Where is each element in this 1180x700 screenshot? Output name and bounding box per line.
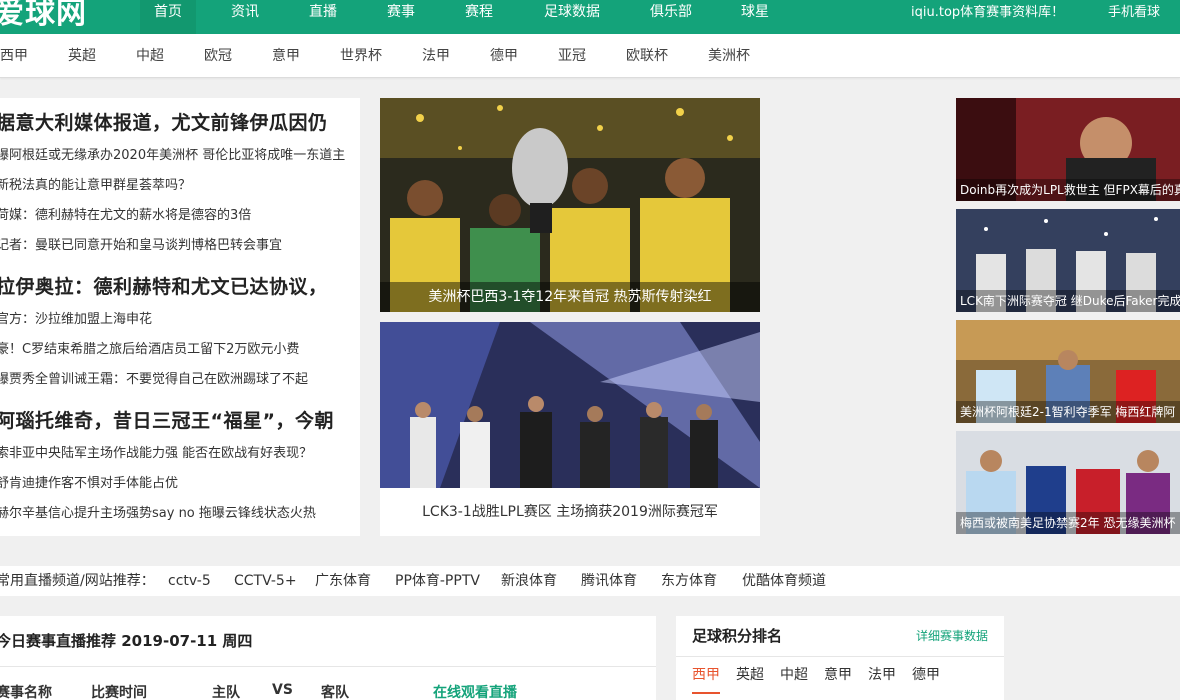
league-bundesliga[interactable]: 德甲 bbox=[490, 34, 518, 78]
news-link[interactable]: 官方：沙拉维加盟上海申花 bbox=[0, 308, 152, 327]
thumb-card[interactable]: 美洲杯阿根廷2-1智利夺季军 梅西红牌阿 bbox=[956, 320, 1180, 423]
standings-tab-bundesliga[interactable]: 德甲 bbox=[912, 664, 940, 686]
thumb-card[interactable]: LCK南下洲际赛夺冠 继Duke后Faker完成 bbox=[956, 209, 1180, 312]
thumb-caption: Doinb再次成为LPL救世主 但FPX幕后的真 bbox=[956, 179, 1180, 201]
channel-link[interactable]: CCTV-5+ bbox=[234, 566, 297, 596]
nav-football-data[interactable]: 足球数据 bbox=[540, 0, 604, 34]
thumb-caption: 梅西或被南美足协禁赛2年 恐无缘美洲杯 bbox=[956, 512, 1180, 534]
news-link[interactable]: 曝贾秀全曾训诫王霜：不要觉得自己在欧洲踢球了不起 bbox=[0, 368, 308, 387]
feature-caption[interactable]: 美洲杯巴西3-1夺12年来首冠 热苏斯传射染红 bbox=[380, 282, 760, 312]
standings-tab-laliga[interactable]: 西甲 bbox=[692, 664, 720, 686]
site-logo[interactable]: 爱球网 bbox=[0, 0, 87, 34]
headline-news-card: 据意大利媒体报道，尤文前锋伊瓜因仍 曝阿根廷或无缘承办2020年美洲杯 哥伦比亚… bbox=[0, 98, 360, 536]
col-header-away: 客队 bbox=[321, 685, 349, 700]
standings-tab-epl[interactable]: 英超 bbox=[736, 664, 764, 686]
channel-link[interactable]: 广东体育 bbox=[315, 566, 371, 596]
league-acl[interactable]: 亚冠 bbox=[558, 34, 586, 78]
headline-title[interactable]: 阿瑙托维奇，昔日三冠王“福星”，今朝 bbox=[0, 406, 334, 433]
today-schedule-panel: 今日赛事直播推荐 2019-07-11 周四 赛事名称 比赛时间 主队 VS 客… bbox=[0, 616, 656, 700]
news-link[interactable]: 赫尔辛基信心提升主场强势say no 拖曝云锋线状态火热 bbox=[0, 502, 316, 521]
channel-link[interactable]: cctv-5 bbox=[168, 566, 211, 596]
nav-events[interactable]: 赛事 bbox=[382, 0, 420, 34]
channel-link[interactable]: 优酷体育频道 bbox=[742, 566, 826, 596]
league-csl[interactable]: 中超 bbox=[136, 34, 164, 78]
divider bbox=[0, 666, 656, 667]
league-laliga[interactable]: 西甲 bbox=[0, 34, 28, 78]
league-seriea[interactable]: 意甲 bbox=[272, 34, 300, 78]
col-header-vs: VS bbox=[272, 682, 293, 698]
news-link[interactable]: 索非亚中央陆军主场作战能力强 能否在欧战有好表现？ bbox=[0, 442, 312, 461]
schedule-title: 今日赛事直播推荐 2019-07-11 周四 bbox=[0, 632, 253, 650]
feature-photo-lck[interactable] bbox=[380, 322, 760, 488]
channel-label: 常用直播频道/网站推荐： bbox=[0, 573, 155, 589]
standings-tab-seriea[interactable]: 意甲 bbox=[824, 664, 852, 686]
copa-celebration-image bbox=[380, 98, 760, 312]
standings-tab-ligue1[interactable]: 法甲 bbox=[868, 664, 896, 686]
nav-live[interactable]: 直播 bbox=[304, 0, 342, 34]
thumb-card[interactable]: Doinb再次成为LPL救世主 但FPX幕后的真 bbox=[956, 98, 1180, 201]
news-link[interactable]: 舒肯迪捷作客不惧对手体能占优 bbox=[0, 472, 178, 491]
channel-link[interactable]: 腾讯体育 bbox=[581, 566, 637, 596]
league-europa[interactable]: 欧联杯 bbox=[626, 34, 668, 78]
thumb-card[interactable]: 梅西或被南美足协禁赛2年 恐无缘美洲杯 bbox=[956, 431, 1180, 534]
news-link[interactable]: 新税法真的能让意甲群星荟萃吗？ bbox=[0, 174, 191, 193]
channel-link[interactable]: 东方体育 bbox=[661, 566, 717, 596]
thumb-caption: 美洲杯阿根廷2-1智利夺季军 梅西红牌阿 bbox=[956, 401, 1180, 423]
thumb-caption: LCK南下洲际赛夺冠 继Duke后Faker完成 bbox=[956, 290, 1180, 312]
nav-schedule[interactable]: 赛程 bbox=[460, 0, 498, 34]
league-nav: 西甲 英超 中超 欧冠 意甲 世界杯 法甲 德甲 亚冠 欧联杯 美洲杯 bbox=[0, 34, 1180, 78]
nav-clubs[interactable]: 俱乐部 bbox=[646, 0, 696, 34]
league-ligue1[interactable]: 法甲 bbox=[422, 34, 450, 78]
active-tab-indicator bbox=[692, 692, 720, 694]
league-worldcup[interactable]: 世界杯 bbox=[340, 34, 382, 78]
news-link[interactable]: 豪！C罗结束希腊之旅后给酒店员工留下2万欧元小费 bbox=[0, 338, 299, 357]
news-link[interactable]: 荷媒：德利赫特在尤文的薪水将是德容的3倍 bbox=[0, 204, 251, 223]
feature-caption[interactable]: LCK3-1战胜LPL赛区 主场摘获2019洲际赛冠军 bbox=[380, 488, 760, 536]
mobile-watch-link[interactable]: 手机看球 bbox=[1108, 0, 1160, 25]
league-copa-america[interactable]: 美洲杯 bbox=[708, 34, 750, 78]
channel-link[interactable]: PP体育-PPTV bbox=[395, 566, 480, 596]
col-header-time: 比赛时间 bbox=[91, 685, 147, 700]
standings-panel: 足球积分排名 详细赛事数据 西甲 英超 中超 意甲 法甲 德甲 bbox=[676, 616, 1004, 700]
news-link[interactable]: 记者：曼联已同意开始和皇马谈判博格巴转会事宜 bbox=[0, 234, 282, 253]
lck-stage-image bbox=[380, 322, 760, 488]
standings-tab-csl[interactable]: 中超 bbox=[780, 664, 808, 686]
league-ucl[interactable]: 欧冠 bbox=[204, 34, 232, 78]
standings-title: 足球积分排名 bbox=[692, 627, 783, 645]
col-header-home: 主队 bbox=[212, 685, 240, 700]
site-tagline[interactable]: iqiu.top体育赛事资料库！ bbox=[911, 0, 1064, 25]
col-header-watch-live: 在线观看直播 bbox=[433, 685, 517, 700]
more-data-link[interactable]: 详细赛事数据 bbox=[916, 616, 988, 656]
nav-news[interactable]: 资讯 bbox=[226, 0, 264, 34]
nav-home[interactable]: 首页 bbox=[140, 0, 196, 34]
col-header-event: 赛事名称 bbox=[0, 685, 52, 700]
headline-title[interactable]: 据意大利媒体报道，尤文前锋伊瓜因仍 bbox=[0, 108, 328, 135]
divider bbox=[676, 656, 1004, 657]
headline-title[interactable]: 拉伊奥拉：德利赫特和尤文已达协议， bbox=[0, 272, 328, 299]
top-nav-bar: 爱球网 首页 资讯 直播 赛事 赛程 足球数据 俱乐部 球星 iqiu.top体… bbox=[0, 0, 1180, 34]
feature-photo-copa[interactable]: 美洲杯巴西3-1夺12年来首冠 热苏斯传射染红 bbox=[380, 98, 760, 312]
news-link[interactable]: 曝阿根廷或无缘承办2020年美洲杯 哥伦比亚将成唯一东道主 bbox=[0, 144, 345, 163]
channel-recommend-bar: 常用直播频道/网站推荐： cctv-5 CCTV-5+ 广东体育 PP体育-PP… bbox=[0, 566, 1180, 596]
nav-stars[interactable]: 球星 bbox=[736, 0, 774, 34]
channel-link[interactable]: 新浪体育 bbox=[501, 566, 557, 596]
league-epl[interactable]: 英超 bbox=[68, 34, 96, 78]
